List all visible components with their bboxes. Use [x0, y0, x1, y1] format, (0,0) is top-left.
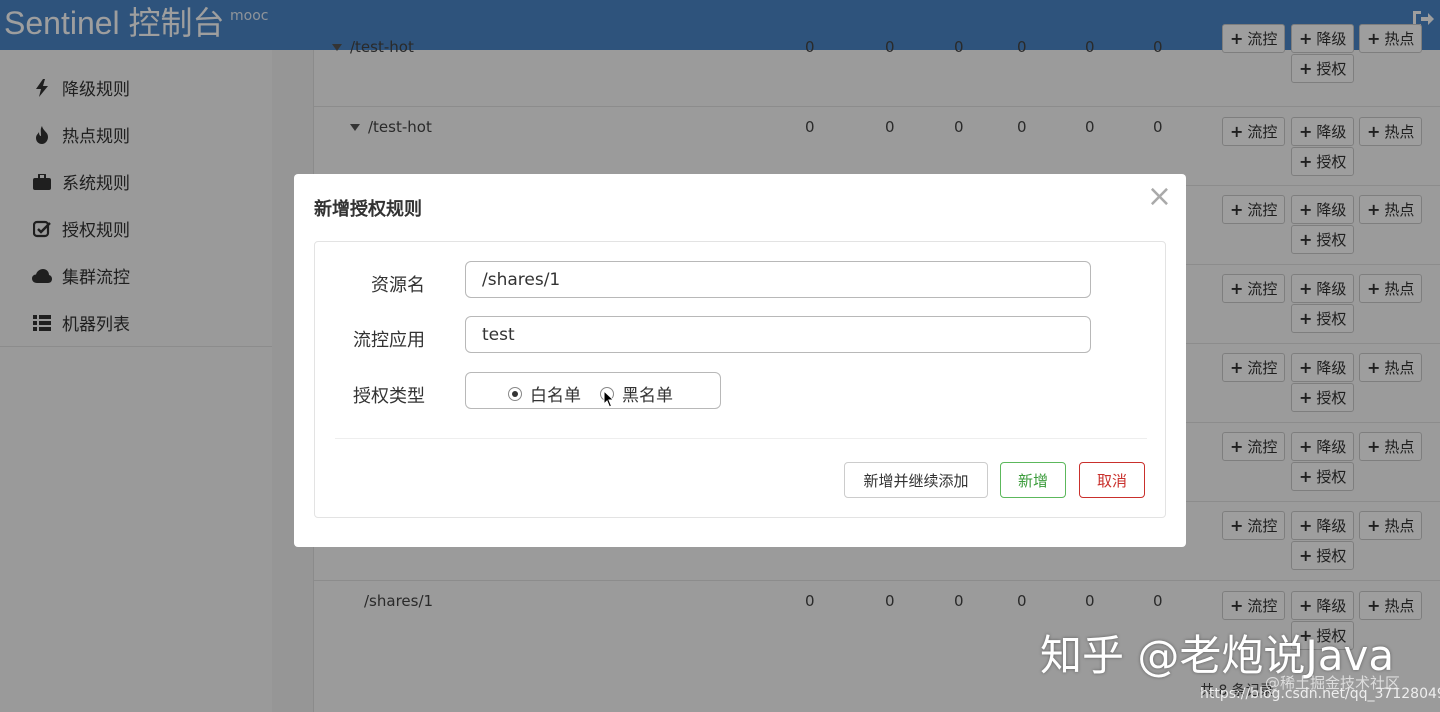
- limit-app-label: 流控应用: [353, 330, 425, 351]
- resource-name-label: 资源名: [371, 275, 425, 296]
- csdn-watermark: https://blog.csdn.net/qq_37128049: [1200, 686, 1440, 702]
- form-divider: [335, 438, 1147, 439]
- whitelist-radio[interactable]: 白名单: [508, 381, 581, 406]
- dialog-title: 新增授权规则: [314, 199, 422, 220]
- add-and-continue-button[interactable]: 新增并继续添加: [844, 462, 988, 498]
- auth-type-radio-group: 白名单 黑名单: [465, 372, 721, 409]
- close-icon[interactable]: ×: [1147, 182, 1172, 212]
- add-auth-rule-dialog: 新增授权规则 × 资源名 /shares/1 流控应用 test 授权类型 白名…: [294, 174, 1186, 547]
- limit-app-input[interactable]: test: [465, 316, 1091, 353]
- dialog-form: 资源名 /shares/1 流控应用 test 授权类型 白名单 黑名单 新增并…: [314, 241, 1166, 518]
- radio-checked-icon[interactable]: [508, 386, 522, 401]
- add-button[interactable]: 新增: [1000, 462, 1066, 498]
- resource-name-input[interactable]: /shares/1: [465, 261, 1091, 298]
- auth-type-label: 授权类型: [353, 386, 425, 407]
- mouse-cursor-icon: [603, 390, 615, 408]
- cancel-button[interactable]: 取消: [1079, 462, 1145, 498]
